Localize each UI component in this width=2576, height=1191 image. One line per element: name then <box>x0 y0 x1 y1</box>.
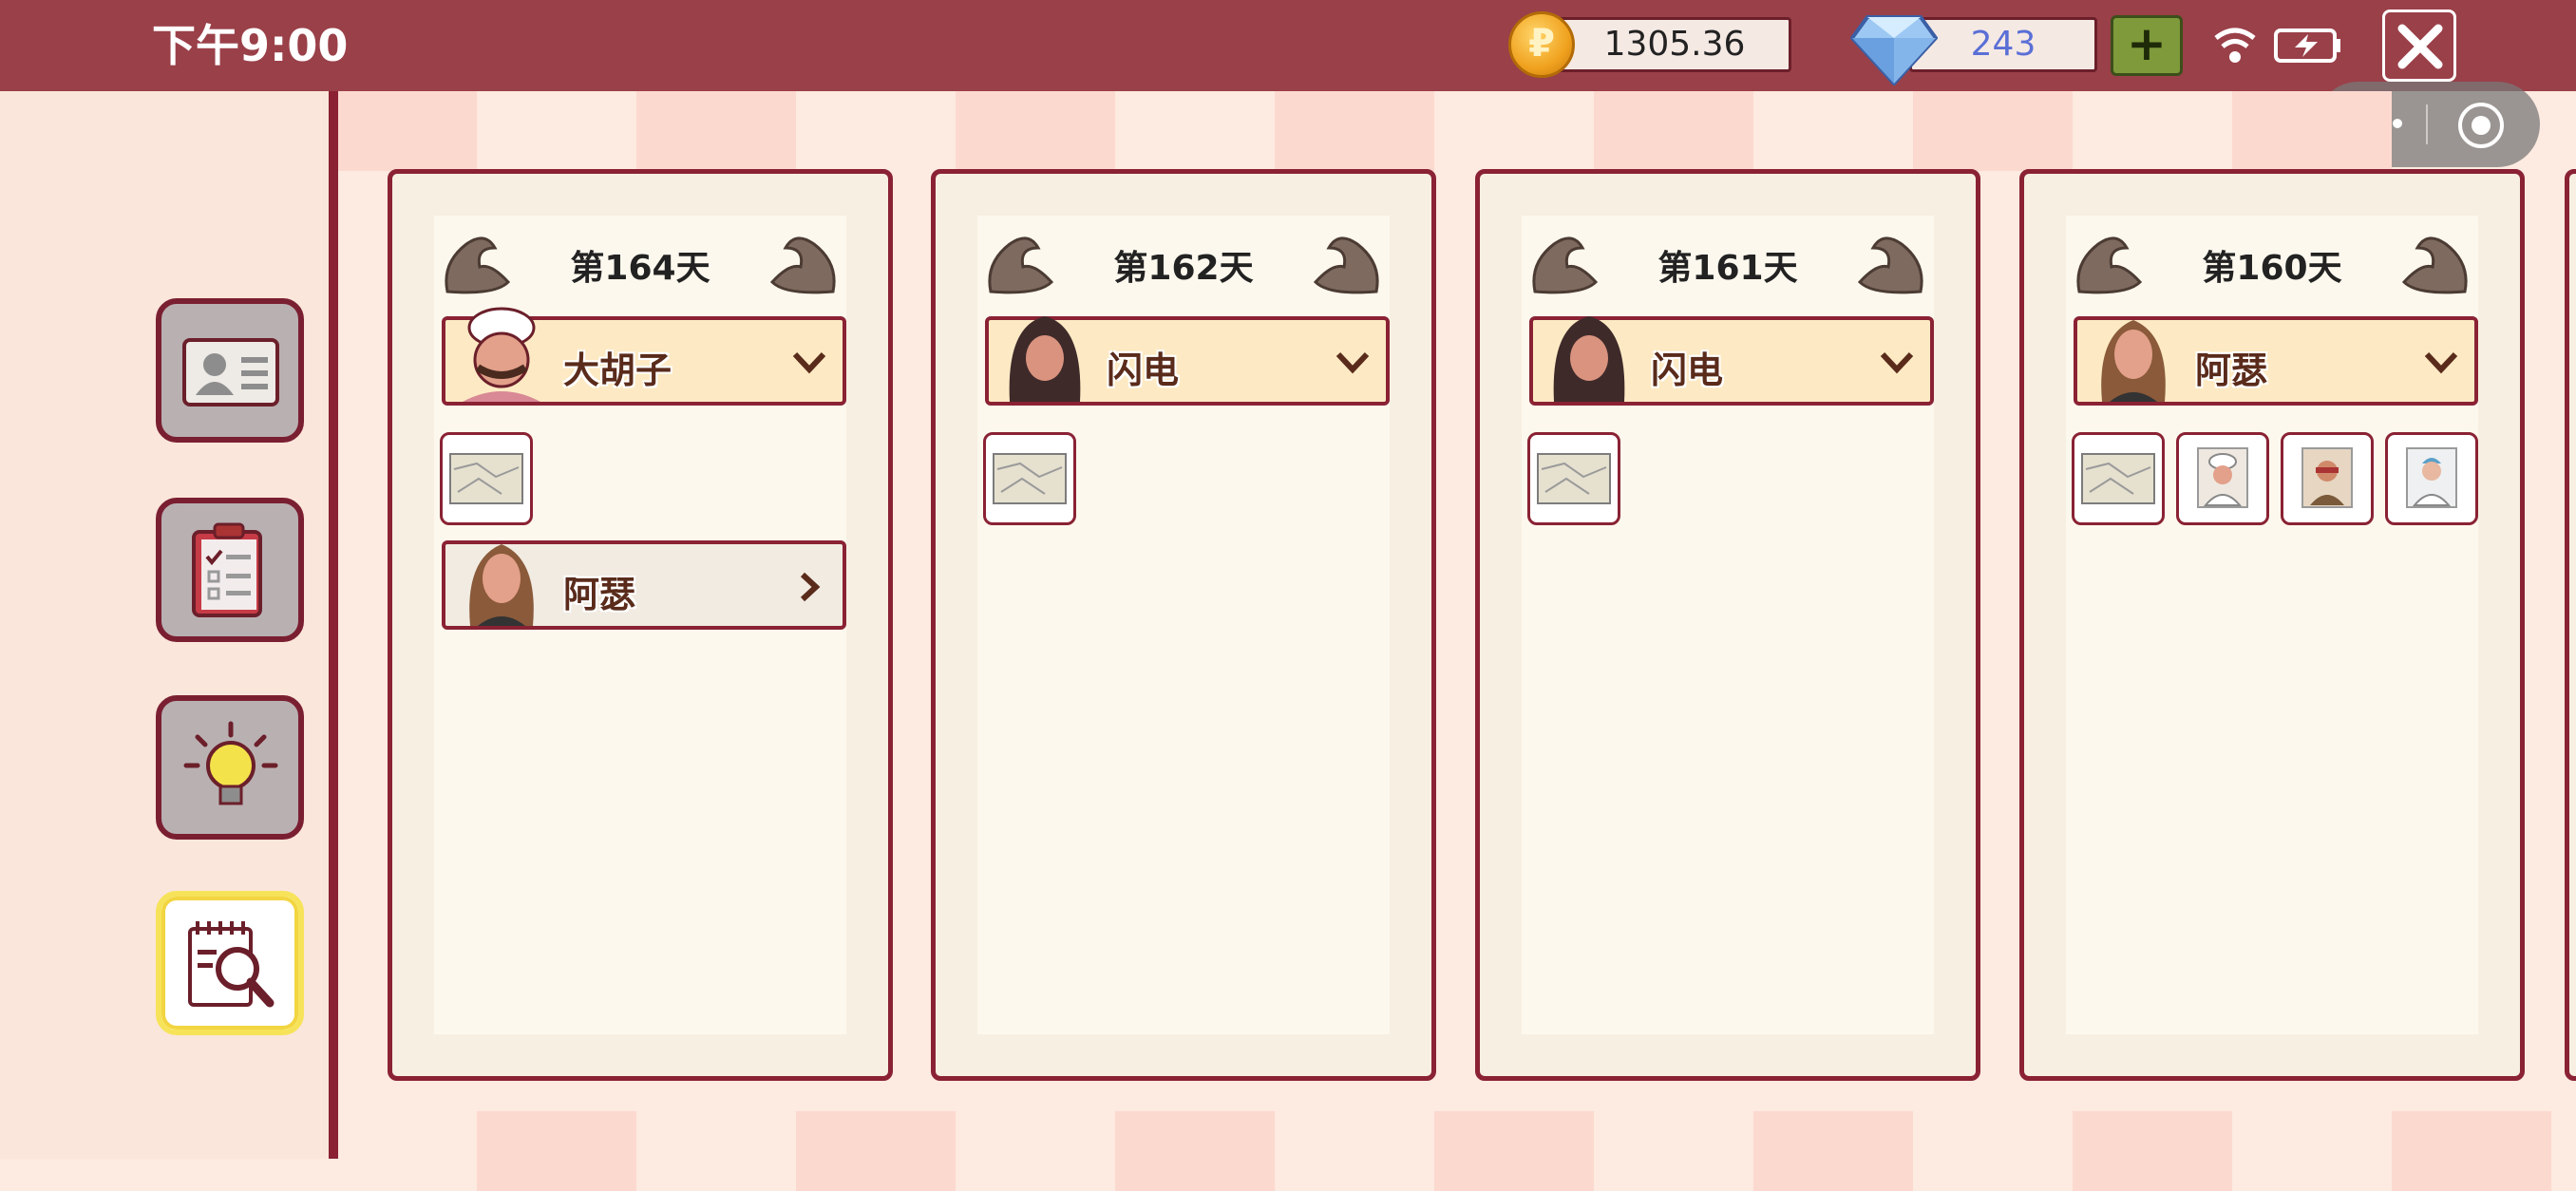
status-bar: 下午9:00 1305.36 ₽ 243 + <box>0 0 2576 91</box>
sidebar-divider <box>329 91 338 1159</box>
doctor-card-icon <box>2406 447 2457 508</box>
magnifier-notepad-icon <box>188 921 275 1008</box>
day-card: 第160天 阿瑟 <box>2019 169 2525 1081</box>
day-title: 第162天 <box>1113 249 1254 288</box>
chef-card-icon <box>2197 447 2248 508</box>
investigate-button[interactable] <box>156 891 304 1035</box>
hint-button[interactable] <box>156 695 304 840</box>
map-icon <box>1537 453 1611 504</box>
chevron-down-icon <box>2424 351 2458 374</box>
map-icon <box>993 453 1067 504</box>
id-card-button[interactable] <box>156 298 304 443</box>
evidence-item[interactable] <box>2072 432 2165 525</box>
diamond-icon <box>1850 15 1938 85</box>
chevron-right-icon <box>800 572 821 602</box>
hooded-portrait <box>1553 316 1625 402</box>
longhair-portrait <box>469 544 534 626</box>
evidence-item[interactable] <box>1527 432 1620 525</box>
character-dropdown[interactable]: 大胡子 <box>442 307 846 406</box>
coin-amount: 1305.36 <box>1603 25 1746 64</box>
wifi-icon <box>2214 28 2256 63</box>
exit-target-icon[interactable] <box>2456 101 2506 150</box>
character-name: 阿瑟 <box>2195 350 2268 391</box>
coin-counter: 1305.36 <box>1558 17 1791 72</box>
capsule-divider <box>2426 104 2428 144</box>
day-card: 第161天 闪电 <box>1475 169 1980 1081</box>
map-icon <box>2081 453 2155 504</box>
chevron-down-icon <box>1880 351 1914 374</box>
evidence-item[interactable] <box>440 432 533 525</box>
evidence-item[interactable] <box>2176 432 2269 525</box>
day-card: 第162天 闪电 <box>931 169 1436 1081</box>
coin-icon: ₽ <box>1508 11 1575 78</box>
longhair-portrait <box>2101 320 2166 402</box>
character-name: 闪电 <box>1107 350 1180 391</box>
day-title: 第164天 <box>570 249 710 288</box>
chevron-down-icon <box>792 351 826 374</box>
add-gems-button[interactable]: + <box>2111 15 2183 76</box>
close-icon <box>2397 24 2443 69</box>
evidence-item[interactable] <box>2281 432 2374 525</box>
character-dropdown[interactable]: 闪电 <box>1529 316 1934 406</box>
character-name: 阿瑟 <box>563 574 636 615</box>
lightbulb-icon <box>183 721 278 805</box>
clipboard-checklist-icon <box>192 522 262 617</box>
clipboard-button[interactable] <box>156 498 304 642</box>
chef-portrait <box>463 307 540 402</box>
map-icon <box>449 453 523 504</box>
related-character-row[interactable]: 阿瑟 <box>442 540 846 630</box>
gem-amount: 243 <box>1970 25 2036 64</box>
character-name: 大胡子 <box>563 350 672 391</box>
evidence-item[interactable] <box>2385 432 2478 525</box>
evidence-item[interactable] <box>983 432 1076 525</box>
day-card: 第164天 大胡子 阿瑟 <box>388 169 893 1081</box>
chevron-down-icon <box>1335 351 1370 374</box>
hooded-portrait <box>1009 316 1081 402</box>
character-dropdown[interactable]: 阿瑟 <box>2074 316 2478 406</box>
character-dropdown[interactable]: 闪电 <box>985 316 1390 406</box>
old-man-card-icon <box>2301 447 2353 508</box>
day-title: 第160天 <box>2202 249 2342 288</box>
next-day-card-edge <box>2565 169 2576 1081</box>
battery-charging-icon <box>2274 28 2340 63</box>
id-card-icon <box>182 338 279 406</box>
character-name: 闪电 <box>1651 350 1724 391</box>
clock-time: 下午9:00 <box>152 20 349 71</box>
close-button[interactable] <box>2382 9 2456 82</box>
day-title: 第161天 <box>1657 249 1798 288</box>
